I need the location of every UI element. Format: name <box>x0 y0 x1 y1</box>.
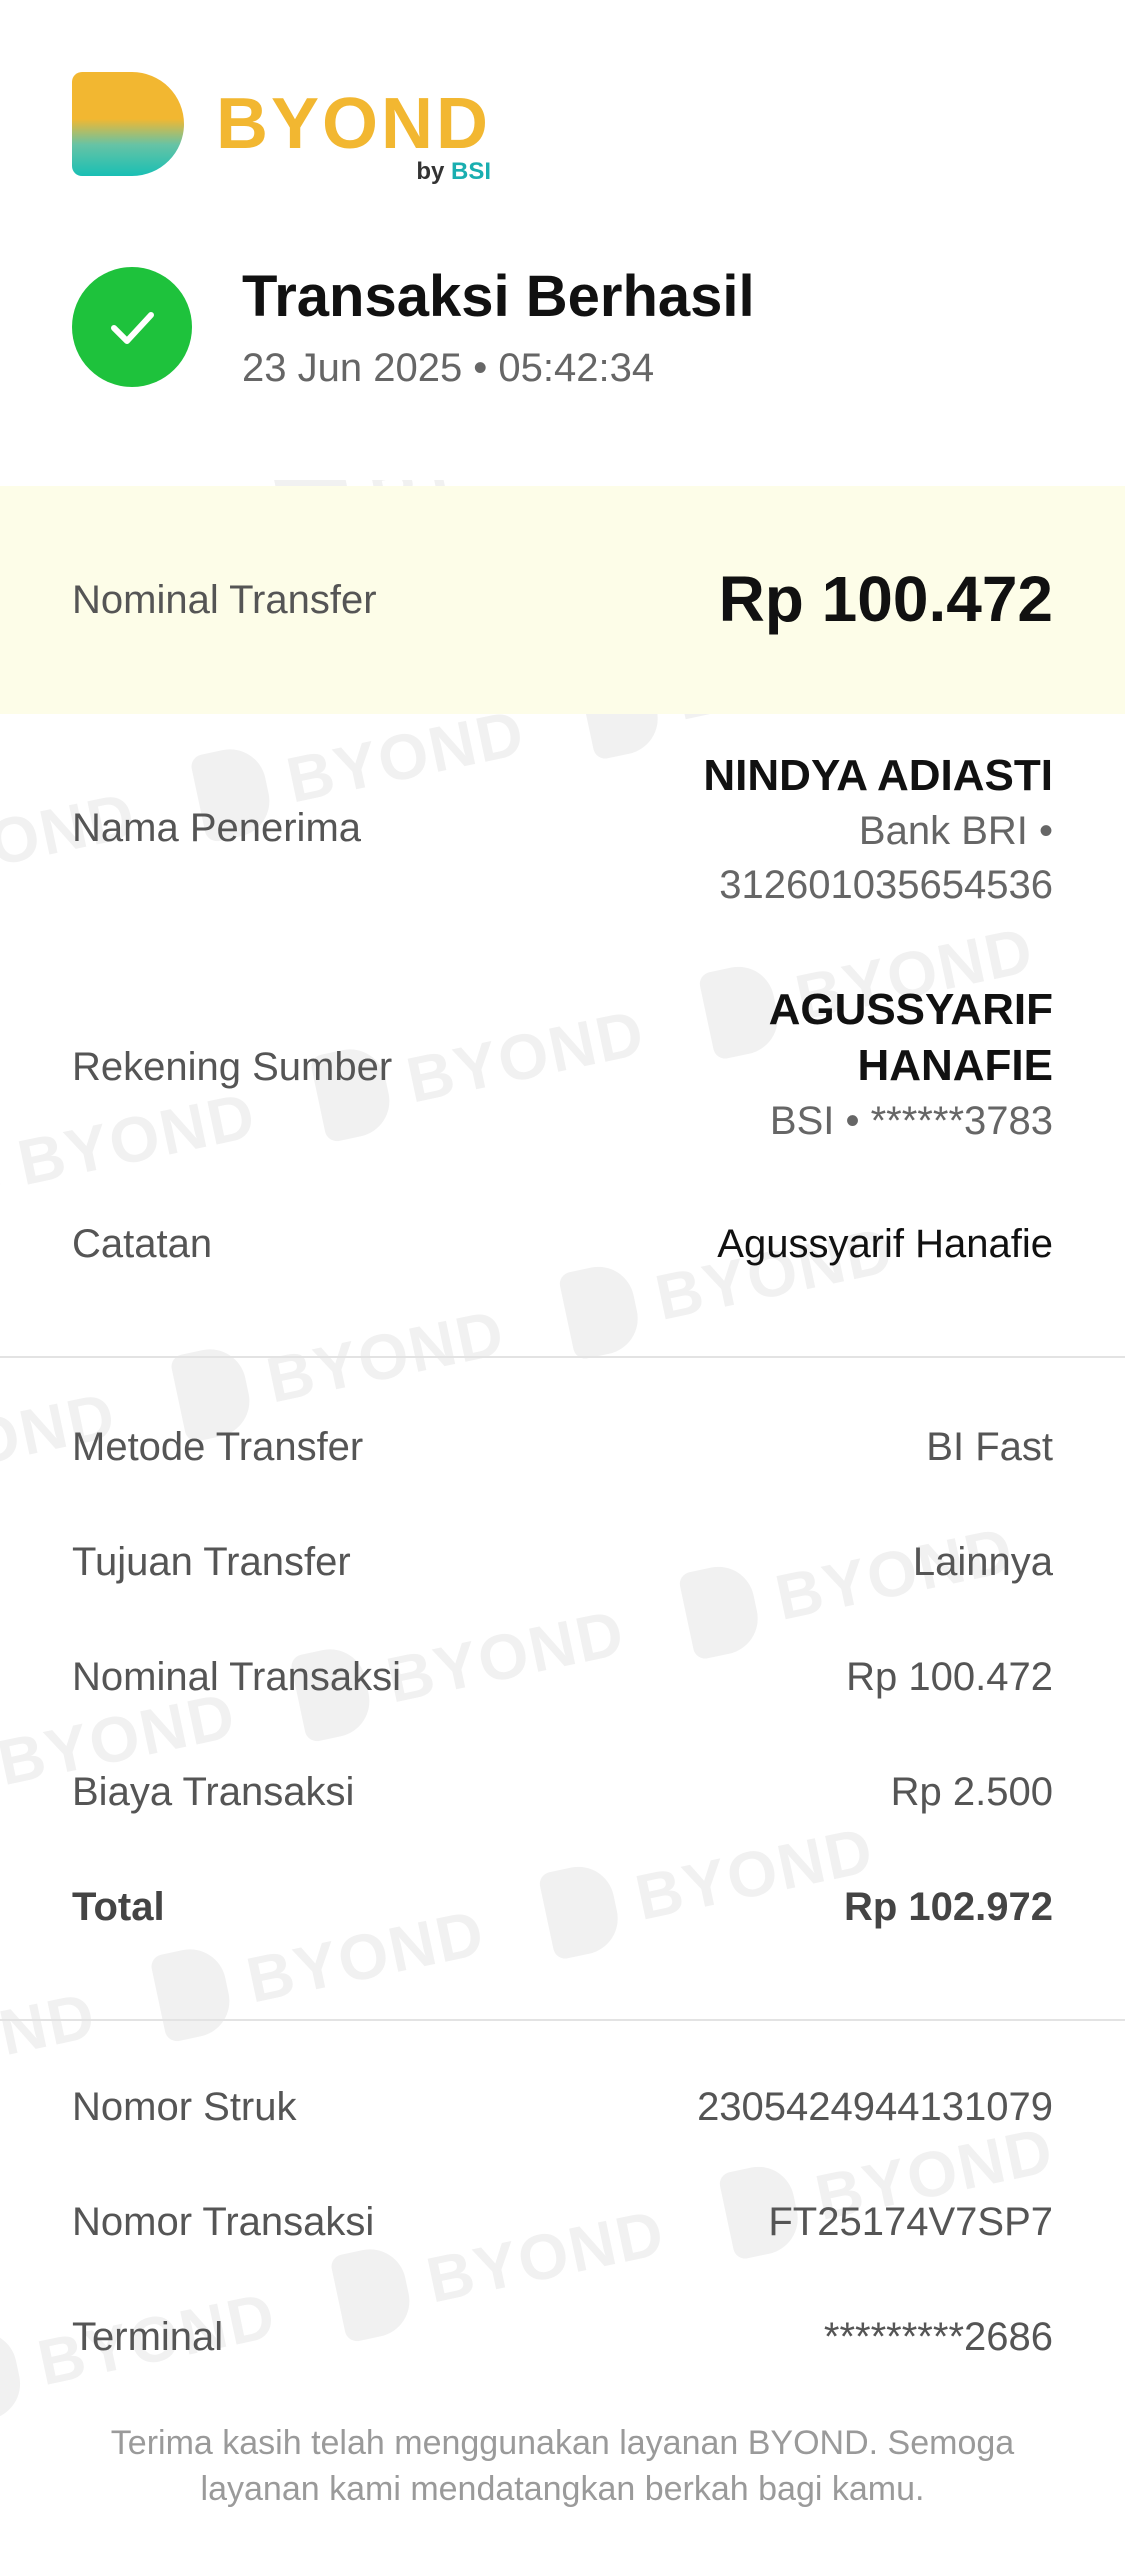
check-icon <box>72 266 192 387</box>
detail-row: Nominal Transaksi Rp 100.472 <box>72 1655 1053 1715</box>
detail-label: Tujuan Transfer <box>72 1540 351 1584</box>
terminal-value: *********2686 <box>823 2315 1053 2359</box>
detail-row: Biaya Transaksi Rp 2.500 <box>72 1770 1053 1830</box>
recipient-row: Nama Penerima NINDYA ADIASTI Bank BRI • … <box>72 748 1053 918</box>
transaction-number-value: FT25174V7SP7 <box>768 2200 1053 2244</box>
total-row: Total Rp 102.972 <box>72 1885 1053 1945</box>
detail-value: Rp 100.472 <box>846 1655 1053 1699</box>
note-label: Catatan <box>72 1222 213 1266</box>
receipt-number-label: Nomor Struk <box>72 2085 297 2129</box>
detail-row: Metode Transfer BI Fast <box>72 1425 1053 1485</box>
logo-wordmark: BYOND <box>216 84 492 164</box>
detail-label: Nominal Transaksi <box>72 1655 402 1699</box>
nominal-transfer-label: Nominal Transfer <box>72 578 377 622</box>
nominal-transfer-band: Nominal Transfer Rp 100.472 <box>0 486 1125 714</box>
transaction-number-label: Nomor Transaksi <box>72 2200 375 2244</box>
footer-message: Terima kasih telah menggunakan layanan B… <box>110 2424 1015 2508</box>
source-name-line2: HANAFIE <box>857 1041 1053 1090</box>
reference-row: Nomor Struk 2305424944131079 <box>72 2085 1053 2145</box>
receipt-number-value: 2305424944131079 <box>697 2085 1053 2129</box>
transaction-status: Transaksi Berhasil 23 Jun 2025 • 05:42:3… <box>72 262 755 391</box>
divider <box>0 1356 1125 1358</box>
reference-row: Nomor Transaksi FT25174V7SP7 <box>72 2200 1053 2260</box>
recipient-name: NINDYA ADIASTI <box>703 751 1053 800</box>
detail-label: Metode Transfer <box>72 1425 364 1469</box>
reference-row: Terminal *********2686 <box>72 2315 1053 2375</box>
transaction-datetime: 23 Jun 2025 • 05:42:34 <box>242 346 655 390</box>
note-value: Agussyarif Hanafie <box>717 1222 1053 1266</box>
recipient-label: Nama Penerima <box>72 806 362 850</box>
total-label: Total <box>72 1885 165 1929</box>
detail-label: Biaya Transaksi <box>72 1770 355 1814</box>
status-title: Transaksi Berhasil <box>242 264 755 329</box>
source-account-row: Rekening Sumber AGUSSYARIF HANAFIE BSI •… <box>72 982 1053 1152</box>
detail-value: Rp 2.500 <box>890 1770 1053 1814</box>
source-name-line1: AGUSSYARIF <box>768 985 1053 1034</box>
detail-value: Lainnya <box>912 1540 1053 1584</box>
nominal-transfer-amount: Rp 100.472 <box>718 563 1053 635</box>
terminal-label: Terminal <box>72 2315 224 2359</box>
detail-value: BI Fast <box>926 1425 1053 1469</box>
watermark-row: BYOND BYOND BYOND <box>0 1813 881 2100</box>
total-value: Rp 102.972 <box>843 1885 1053 1929</box>
detail-row: Tujuan Transfer Lainnya <box>72 1540 1053 1600</box>
source-account-label: Rekening Sumber <box>72 1045 393 1089</box>
divider <box>0 2019 1125 2021</box>
source-account-number: BSI • ******3783 <box>769 1099 1053 1143</box>
recipient-account: 312601035654536 <box>719 863 1053 907</box>
byond-logo-mark <box>72 72 184 176</box>
recipient-bank: Bank BRI • <box>858 809 1053 853</box>
note-row: Catatan Agussyarif Hanafie <box>72 1222 1053 1282</box>
byond-logo: BYOND by BSI <box>72 72 492 185</box>
